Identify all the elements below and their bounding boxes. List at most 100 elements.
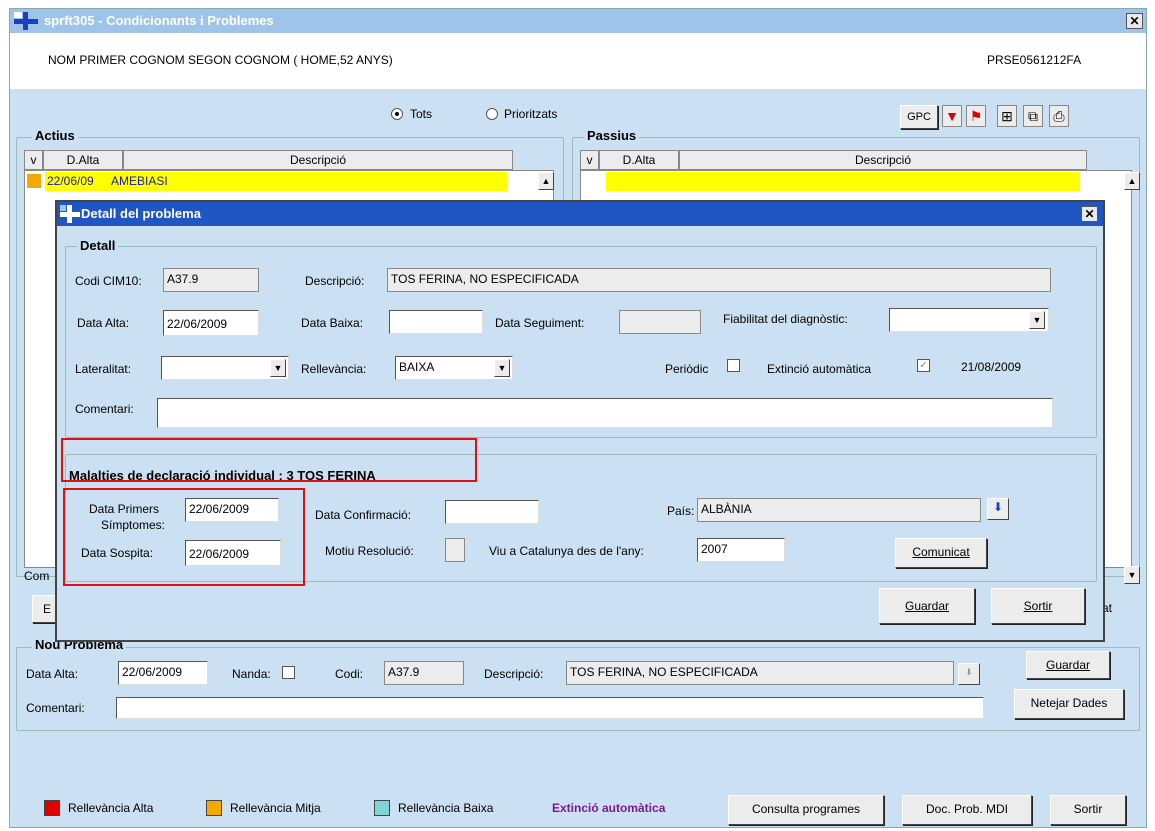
copy-icon[interactable]: ⧉ — [1023, 105, 1043, 127]
flag-icon[interactable]: ⚑ — [966, 105, 986, 127]
rellevancia-label: Rellevància: — [301, 362, 367, 376]
periodic-checkbox[interactable] — [727, 359, 740, 372]
passius-title: Passius — [584, 128, 640, 143]
periodic-label: Periòdic — [665, 362, 709, 376]
consulta-programes-button[interactable]: Consulta programes — [728, 795, 884, 825]
detall-title: Detall — [77, 238, 119, 253]
dialog-title-bar: Detall del problema ✕ — [57, 202, 1103, 226]
pais-lookup-icon[interactable]: ⬇ — [987, 498, 1009, 520]
pais-field[interactable]: ALBÀNIA — [697, 498, 981, 522]
nanda-checkbox[interactable] — [282, 666, 295, 679]
nou-comentari-label: Comentari: — [26, 701, 85, 715]
codi-field[interactable]: A37.9 — [163, 268, 259, 292]
nou-desc-field[interactable]: TOS FERINA, NO ESPECIFICADA — [566, 661, 954, 685]
nou-codi-label: Codi: — [335, 667, 364, 681]
legend-extincio-label: Extinció automàtica — [552, 801, 666, 815]
data-seguiment-field[interactable] — [619, 310, 701, 334]
dialog-title: Detall del problema — [81, 206, 201, 221]
nou-data-alta-field[interactable]: 22/06/2009 — [118, 661, 208, 685]
actius-header-desc[interactable]: Descripció — [123, 150, 513, 170]
data-alta-label: Data Alta: — [77, 316, 130, 330]
viu-label: Viu a Catalunya des de l'any: — [489, 544, 644, 558]
data-baixa-label: Data Baixa: — [301, 316, 364, 330]
radio-prioritzats-label: Prioritzats — [504, 107, 558, 121]
fiabilitat-label: Fiabilitat del diagnòstic: — [723, 312, 848, 326]
actius-header-v[interactable]: v — [24, 150, 43, 170]
detail-dialog: Detall del problema ✕ Detall Codi CIM10:… — [55, 200, 1105, 642]
nou-desc-lookup-icon[interactable]: ⬇ — [958, 663, 980, 685]
table-row[interactable] — [606, 172, 1080, 191]
comentari-field[interactable] — [157, 398, 1053, 428]
comentari-label: Comentari: — [75, 402, 134, 416]
patient-code: PRSE0561212FA — [987, 53, 1082, 67]
nou-guardar-button[interactable]: Guardar — [1026, 651, 1110, 679]
desc-field[interactable]: TOS FERINA, NO ESPECIFICADA — [387, 268, 1051, 292]
extincio-label: Extinció automàtica — [767, 362, 872, 376]
extincio-checkbox[interactable]: ✓ — [917, 359, 930, 372]
desc-label: Descripció: — [305, 274, 365, 288]
scroll-up-icon[interactable]: ▲ — [1124, 172, 1140, 190]
radio-prioritzats[interactable] — [486, 108, 498, 120]
gpc-button[interactable]: GPC — [900, 105, 938, 129]
legend-baixa-label: Rellevància Baixa — [398, 801, 494, 815]
sortir-button[interactable]: Sortir — [1050, 795, 1126, 825]
print-icon[interactable]: ⎙ — [1049, 105, 1069, 127]
fiabilitat-select[interactable] — [889, 308, 1049, 332]
legend-mitja-label: Rellevància Mitja — [230, 801, 321, 815]
passius-header-date[interactable]: D.Alta — [599, 150, 679, 170]
dialog-sortir-button[interactable]: Sortir — [991, 588, 1085, 624]
dialog-close-icon[interactable]: ✕ — [1081, 206, 1098, 222]
passius-header-desc[interactable]: Descripció — [679, 150, 1087, 170]
data-baixa-field[interactable] — [389, 310, 483, 334]
passius-header-v[interactable]: v — [580, 150, 599, 170]
scroll-down-icon[interactable]: ▼ — [1124, 566, 1140, 584]
nou-codi-field[interactable]: A37.9 — [384, 661, 464, 685]
fragment-com: Com — [24, 569, 50, 583]
data-seguiment-label: Data Seguiment: — [495, 316, 585, 330]
nou-data-alta-label: Data Alta: — [26, 667, 79, 681]
row-desc: AMEBIASI — [111, 174, 168, 188]
netejar-dades-button[interactable]: Netejar Dades — [1014, 689, 1124, 719]
actius-header-date[interactable]: D.Alta — [43, 150, 123, 170]
radio-tots[interactable] — [391, 108, 403, 120]
filter-icon[interactable]: ▼ — [942, 105, 962, 127]
patient-bar: NOM PRIMER COGNOM SEGON COGNOM ( HOME,52… — [10, 33, 1146, 89]
viu-field[interactable]: 2007 — [697, 538, 785, 562]
dialog-sortir-label: Sortir — [1023, 599, 1053, 613]
table-row[interactable]: 22/06/09 AMEBIASI — [45, 172, 507, 191]
legend-baixa-swatch — [374, 800, 390, 816]
chevron-down-icon[interactable]: ▼ — [270, 359, 286, 377]
dialog-guardar-label: Guardar — [904, 599, 950, 613]
row-date: 22/06/09 — [47, 174, 94, 188]
comunicat-label: Comunicat — [912, 545, 970, 559]
legend-mitja-swatch — [206, 800, 222, 816]
extincio-date: 21/08/2009 — [961, 360, 1022, 374]
nou-comentari-field[interactable] — [116, 697, 984, 719]
highlight-box-dates — [63, 488, 305, 586]
chevron-down-icon[interactable]: ▼ — [1029, 311, 1045, 329]
window-title: sprft305 - Condicionants i Problemes — [44, 13, 274, 28]
chevron-down-icon[interactable]: ▼ — [494, 359, 510, 377]
data-alta-field[interactable]: 22/06/2009 — [163, 310, 259, 336]
dialog-guardar-button[interactable]: Guardar — [879, 588, 975, 624]
nou-desc-label: Descripció: — [484, 667, 544, 681]
legend-alta-label: Rellevància Alta — [68, 801, 154, 815]
title-bar: sprft305 - Condicionants i Problemes ✕ — [10, 9, 1146, 33]
close-icon[interactable]: ✕ — [1126, 13, 1143, 29]
codi-label: Codi CIM10: — [75, 274, 142, 288]
comunicat-button[interactable]: Comunicat — [895, 538, 987, 568]
nou-guardar-label: Guardar — [1045, 658, 1091, 672]
motiu-label: Motiu Resolució: — [325, 544, 414, 558]
doc-prob-mdi-button[interactable]: Doc. Prob. MDI — [902, 795, 1032, 825]
lateralitat-label: Lateralitat: — [75, 362, 132, 376]
motiu-field[interactable] — [445, 538, 465, 562]
nanda-label: Nanda: — [232, 667, 271, 681]
tree-icon[interactable]: ⊞ — [997, 105, 1017, 127]
scroll-up-icon[interactable]: ▲ — [538, 172, 554, 190]
legend-alta-swatch — [44, 800, 60, 816]
patient-name: NOM PRIMER COGNOM SEGON COGNOM ( HOME,52… — [48, 53, 393, 67]
app-cross-icon — [60, 205, 80, 223]
confirm-label: Data Confirmació: — [315, 508, 412, 522]
confirm-field[interactable] — [445, 500, 539, 524]
actius-title: Actius — [32, 128, 78, 143]
